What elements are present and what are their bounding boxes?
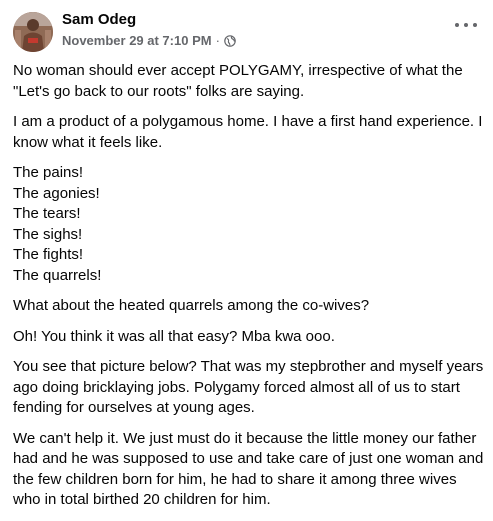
post-text-line: The agonies! (13, 184, 100, 202)
post-text-line: Oh! You think it was all that easy? Mba … (13, 327, 335, 345)
more-options-button[interactable] (455, 18, 477, 32)
post-text-line: The quarrels! (13, 266, 102, 284)
post-text-line: The tears! (13, 205, 81, 222)
post-text-line: the few children born for him, he had to… (13, 470, 457, 488)
post-text-line: The pains! (13, 164, 84, 181)
post-text-line: "Let's go back to our roots" folks are s… (13, 82, 305, 100)
post-text-line: The sighs! (13, 225, 83, 243)
post-text-line: fending for ourselves at young ages. (13, 399, 255, 416)
meta-separator: · (215, 33, 220, 48)
post-body: No woman should ever accept POLYGAMY, ir… (13, 61, 484, 521)
post-text-line: who in total birthed 20 children for him… (13, 491, 271, 508)
post-paragraph: What about the heated quarrels among the… (13, 296, 481, 317)
post-paragraph: We can't help it. We just must do it bec… (13, 429, 484, 511)
post-text-line: ago doing bricklaying jobs. Polygamy for… (13, 378, 460, 396)
globe-icon[interactable] (224, 34, 236, 47)
post-paragraph: You see that picture below? That was my … (13, 357, 484, 419)
post-text-line: We can't help it. We just must do it bec… (13, 429, 477, 447)
post-paragraph: No woman should ever accept POLYGAMY, ir… (13, 61, 481, 102)
avatar-image (13, 12, 53, 52)
post-text-line: know what it feels like. (13, 133, 163, 151)
more-options-dot (464, 23, 468, 27)
post-header: Sam Odeg November 29 at 7:10 PM · (13, 0, 477, 60)
post-text-line: The fights! (13, 246, 84, 263)
post-text-line: What about the heated quarrels among the… (13, 297, 370, 314)
post-meta: November 29 at 7:10 PM · (62, 33, 236, 48)
post-paragraph: The pains! The agonies! The tears! The sigh… (13, 163, 481, 286)
more-options-icon (455, 23, 459, 27)
post-text-line: You see that picture below? That was my … (13, 358, 484, 375)
post-timestamp[interactable]: November 29 at 7:10 PM (62, 33, 212, 48)
post-text-line: I am a product of a polygamous home. I h… (13, 113, 483, 130)
author-name[interactable]: Sam Odeg (62, 11, 136, 28)
avatar[interactable] (13, 12, 53, 52)
post-paragraph: Oh! You think it was all that easy? Mba … (13, 327, 481, 348)
post-text-line: had and he was supposed to use and take … (13, 450, 484, 467)
post-paragraph: I am a product of a polygamous home. I h… (13, 112, 483, 153)
more-options-dot (473, 23, 477, 27)
post-text-line: No woman should ever accept POLYGAMY, ir… (13, 62, 463, 79)
